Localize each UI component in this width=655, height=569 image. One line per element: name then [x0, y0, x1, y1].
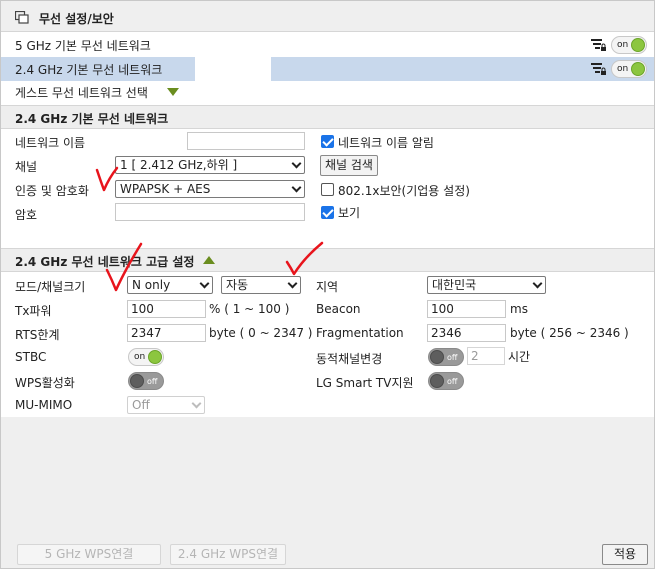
- apply-button[interactable]: 적용: [602, 544, 648, 565]
- advanced-section-title: 2.4 GHz 무선 네트워크 고급 설정: [15, 255, 195, 269]
- network-row-2ghz[interactable]: 2.4 GHz 기본 무선 네트워크 on: [1, 57, 654, 81]
- mode-label: 모드/채널크기: [15, 280, 86, 294]
- channel-search-button[interactable]: 채널 검색: [320, 155, 378, 176]
- toggle-knob: [631, 62, 645, 76]
- region-select[interactable]: 대한민국: [427, 276, 546, 294]
- mumimo-label: MU-MIMO: [15, 398, 73, 412]
- wps-toggle[interactable]: off: [128, 372, 164, 390]
- network-name-label: 네트워크 이름: [15, 136, 86, 150]
- txpower-input[interactable]: 100: [127, 300, 206, 318]
- channel-width-select[interactable]: 자동: [221, 276, 301, 294]
- dot1x-checkbox[interactable]: [321, 183, 334, 196]
- basic-section-header: 2.4 GHz 기본 무선 네트워크: [1, 105, 654, 129]
- panel-title-bar: 무선 설정/보안: [1, 1, 654, 32]
- dyn-channel-label: 동적채널변경: [316, 352, 383, 366]
- guest-network-row[interactable]: 게스트 무선 네트워크 선택: [1, 81, 654, 103]
- wps-2ghz-button[interactable]: 2.4 GHz WPS연결: [170, 544, 286, 565]
- show-password-label: 보기: [338, 206, 361, 220]
- txpower-unit: % ( 1 ~ 100 ): [209, 302, 290, 316]
- frag-input[interactable]: 2346: [427, 324, 506, 342]
- rts-input[interactable]: 2347: [127, 324, 206, 342]
- beacon-input[interactable]: 100: [427, 300, 506, 318]
- channel-label: 채널: [15, 160, 38, 174]
- wps-label: WPS활성화: [15, 376, 75, 390]
- lg-tv-label: LG Smart TV지원: [316, 376, 414, 390]
- channel-select[interactable]: 1 [ 2.412 GHz,하위 ]: [115, 156, 305, 174]
- window-stack-icon: [15, 11, 29, 24]
- mode-select[interactable]: N only: [127, 276, 213, 294]
- toggle-knob: [148, 350, 162, 364]
- wifi-lock-icon: [591, 63, 606, 75]
- collapse-triangle-icon[interactable]: [203, 256, 215, 264]
- stbc-toggle[interactable]: on: [128, 348, 164, 366]
- toggle-knob: [130, 374, 144, 388]
- chevron-down-icon: [287, 278, 298, 289]
- network-label-5ghz: 5 GHz 기본 무선 네트워크: [15, 39, 151, 53]
- broadcast-ssid-checkbox[interactable]: [321, 135, 334, 148]
- broadcast-ssid-label: 네트워크 이름 알림: [338, 136, 434, 150]
- toggle-knob: [430, 374, 444, 388]
- chevron-down-icon: [532, 278, 543, 289]
- wps-5ghz-button[interactable]: 5 GHz WPS연결: [17, 544, 161, 565]
- page-title: 무선 설정/보안: [39, 12, 114, 26]
- toggle-2ghz[interactable]: on: [611, 60, 647, 78]
- rts-label: RTS한계: [15, 328, 60, 342]
- dyn-channel-toggle[interactable]: off: [428, 348, 464, 366]
- chevron-down-icon: [291, 182, 302, 193]
- guest-network-label: 게스트 무선 네트워크 선택: [15, 86, 148, 100]
- toggle-5ghz[interactable]: on: [611, 36, 647, 54]
- auth-label: 인증 및 암호화: [15, 184, 89, 198]
- beacon-label: Beacon: [316, 302, 361, 316]
- dyn-channel-unit: 시간: [508, 350, 531, 364]
- network-row-5ghz[interactable]: 5 GHz 기본 무선 네트워크 on: [1, 33, 654, 57]
- beacon-unit: ms: [510, 302, 528, 316]
- frag-unit: byte ( 256 ~ 2346 ): [510, 326, 629, 340]
- chevron-down-icon: [199, 278, 210, 289]
- chevron-down-icon: [291, 158, 302, 169]
- wireless-settings-panel: 무선 설정/보안 5 GHz 기본 무선 네트워크 on 2.4 GHz 기본 …: [0, 0, 655, 569]
- frag-label: Fragmentation: [316, 326, 404, 340]
- txpower-label: Tx파워: [15, 304, 52, 318]
- password-label: 암호: [15, 208, 38, 222]
- chevron-down-icon: [191, 398, 202, 409]
- password-input[interactable]: [115, 203, 305, 221]
- network-label-2ghz: 2.4 GHz 기본 무선 네트워크: [15, 63, 163, 77]
- mumimo-select[interactable]: Off: [127, 396, 205, 414]
- stbc-label: STBC: [15, 350, 47, 364]
- region-label: 지역: [316, 280, 339, 294]
- expand-triangle-icon[interactable]: [167, 88, 179, 96]
- dyn-channel-hours-input[interactable]: 2: [467, 347, 505, 365]
- advanced-section-header[interactable]: 2.4 GHz 무선 네트워크 고급 설정: [1, 248, 654, 272]
- dot1x-label: 802.1x보안(기업용 설정): [338, 184, 470, 198]
- wifi-lock-icon: [591, 39, 606, 51]
- lg-tv-toggle[interactable]: off: [428, 372, 464, 390]
- show-password-checkbox[interactable]: [321, 206, 334, 219]
- rts-unit: byte ( 0 ~ 2347 ): [209, 326, 313, 340]
- basic-section-title: 2.4 GHz 기본 무선 네트워크: [15, 112, 169, 126]
- toggle-knob: [631, 38, 645, 52]
- auth-select[interactable]: WPAPSK + AES: [115, 180, 305, 198]
- network-name-input[interactable]: [187, 132, 305, 150]
- toggle-knob: [430, 350, 444, 364]
